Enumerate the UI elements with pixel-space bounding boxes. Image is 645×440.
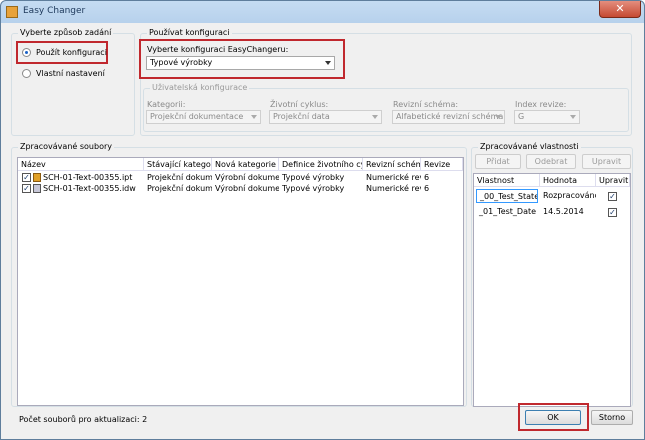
column-header-value[interactable]: Hodnota [540, 174, 596, 187]
chevron-down-icon [325, 61, 331, 65]
column-header-property[interactable]: Vlastnost [474, 174, 540, 187]
revindex-select[interactable]: G [514, 110, 580, 124]
column-header-scheme[interactable]: Revizní schéma [363, 158, 421, 171]
column-header-new-category[interactable]: Nová kategorie [212, 158, 279, 171]
file-lifecycle: Typové výrobky [282, 184, 345, 193]
app-icon [6, 6, 18, 18]
files-group-label: Zpracovávané soubory [18, 142, 114, 151]
file-name: SCH-01-Text-00355.idw [43, 184, 136, 193]
file-new-category: Výrobní dokume... [215, 184, 279, 193]
props-list[interactable]: Vlastnost Hodnota Upravit _00_Test_State… [473, 173, 631, 407]
add-property-button[interactable]: Přidat [475, 154, 521, 169]
column-header-name[interactable]: Název [18, 158, 144, 171]
chevron-down-icon [570, 115, 576, 119]
file-lifecycle: Typové výrobky [282, 173, 345, 182]
column-header-revision[interactable]: Revize [421, 158, 463, 171]
radio-use-config[interactable] [22, 48, 31, 57]
chevron-down-icon [251, 115, 257, 119]
user-config-group-label: Uživatelská konfigurace [150, 83, 250, 92]
column-header-current-category[interactable]: Stávající kategorie [144, 158, 212, 171]
file-new-category: Výrobní dokume... [215, 173, 279, 182]
revindex-value: G [518, 112, 525, 121]
files-list[interactable]: Název Stávající kategorie Nová kategorie… [17, 157, 464, 406]
status-text: Počet souborů pro aktualizaci: 2 [19, 415, 148, 424]
file-scheme: Numerické revi... [366, 173, 421, 182]
lifecycle-label: Životní cyklus: [270, 100, 329, 109]
title-bar: Easy Changer ✕ [1, 1, 644, 23]
file-revision: 6 [424, 173, 430, 182]
file-scheme: Numerické revi... [366, 184, 421, 193]
close-button[interactable]: ✕ [599, 1, 641, 18]
file-checkbox[interactable]: ✓ [22, 173, 31, 182]
config-select-label: Vyberte konfiguraci EasyChangeru: [147, 45, 289, 54]
property-value[interactable]: Rozpracováno [540, 189, 596, 203]
config-select-value: Typové výrobky [150, 58, 213, 67]
lifecycle-select[interactable]: Projekční data [269, 110, 382, 124]
property-edit-checkbox[interactable]: ✓ [608, 192, 617, 201]
props-group-label: Zpracovávané vlastnosti [478, 142, 581, 151]
dialog-client: Vyberte způsob zadání Použít konfiguraci… [7, 23, 638, 434]
property-edit-checkbox[interactable]: ✓ [608, 208, 617, 217]
edit-property-button[interactable]: Upravit [582, 154, 631, 169]
radio-custom-settings-label[interactable]: Vlastní nastavení [36, 69, 105, 78]
revindex-label: Index revize: [515, 100, 567, 109]
dialog-window: Easy Changer ✕ Vyberte způsob zadání Pou… [0, 0, 645, 440]
category-label: Kategorii: [147, 100, 186, 109]
chevron-down-icon [372, 115, 378, 119]
revscheme-value: Alfabetické revizní schéma [396, 112, 504, 121]
column-header-lifecycle[interactable]: Definice životního cyklu [279, 158, 363, 171]
config-group-label: Používat konfiguraci [147, 28, 232, 37]
file-revision: 6 [424, 184, 430, 193]
file-current-category: Projekční dokum... [147, 184, 212, 193]
category-select[interactable]: Projekční dokumentace [146, 110, 261, 124]
remove-property-button[interactable]: Odebrat [526, 154, 576, 169]
lifecycle-value: Projekční data [273, 112, 330, 121]
revscheme-select[interactable]: Alfabetické revizní schéma [392, 110, 505, 124]
property-name[interactable]: _01_Test_Date [476, 205, 538, 219]
window-title: Easy Changer [23, 6, 86, 16]
file-name: SCH-01-Text-00355.ipt [43, 173, 133, 182]
ok-button[interactable]: OK [525, 410, 581, 425]
column-header-edit[interactable]: Upravit [596, 174, 630, 187]
radio-custom-settings[interactable] [22, 69, 31, 78]
config-select[interactable]: Typové výrobky [146, 56, 335, 70]
cancel-button[interactable]: Storno [591, 410, 633, 425]
file-current-category: Projekční dokum... [147, 173, 212, 182]
property-value[interactable]: 14.5.2014 [540, 205, 596, 219]
file-checkbox[interactable]: ✓ [22, 184, 31, 193]
property-name[interactable]: _00_Test_State [476, 189, 538, 203]
category-value: Projekční dokumentace [150, 112, 244, 121]
mode-group-label: Vyberte způsob zadání [18, 28, 114, 37]
chevron-down-icon [495, 115, 501, 119]
revscheme-label: Revizní schéma: [393, 100, 459, 109]
radio-use-config-label[interactable]: Použít konfiguraci [36, 48, 107, 57]
